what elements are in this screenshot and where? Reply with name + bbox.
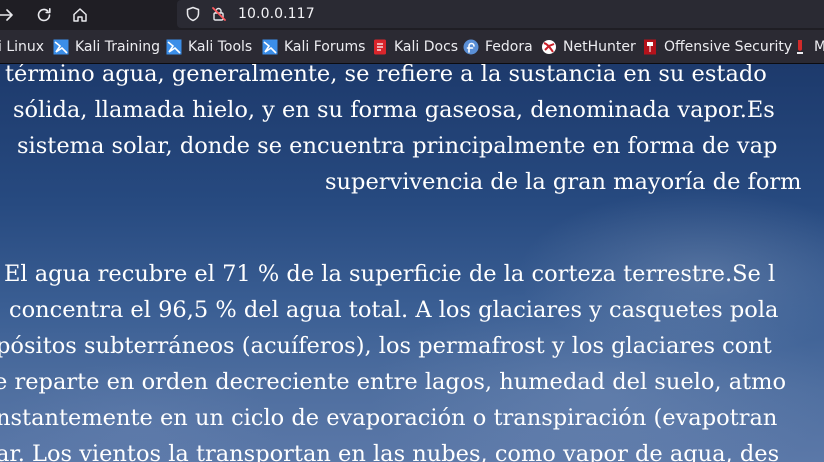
- bookmark-kali-tools[interactable]: Kali Tools: [166, 30, 253, 63]
- text-line: sólida, llamada hielo, y en su forma gas…: [13, 97, 775, 123]
- bookmark-fedora[interactable]: Fedora: [463, 30, 533, 63]
- text-line: ar. Los vientos la transportan en las nu…: [0, 441, 780, 462]
- url-text[interactable]: 10.0.0.117: [238, 6, 315, 22]
- kali-training-icon: [53, 39, 69, 55]
- reload-icon: [37, 8, 51, 22]
- bookmark-label: Fedora: [485, 39, 533, 55]
- shield-icon[interactable]: [185, 6, 201, 22]
- text-line: concentra el 96,5 % del agua total. A lo…: [9, 297, 779, 323]
- bookmark-nethunter[interactable]: NetHunter: [541, 30, 636, 63]
- bookmark-kali-training[interactable]: Kali Training: [53, 30, 160, 63]
- exploit-db-icon: [797, 40, 803, 54]
- text-line: e reparte en orden decreciente entre lag…: [0, 369, 787, 395]
- home-button[interactable]: [68, 3, 92, 27]
- text-line: término agua, generalmente, se refiere a…: [5, 64, 767, 87]
- offsec-icon: [644, 39, 656, 55]
- text-line: supervivencia de la gran mayoría de form: [325, 169, 802, 195]
- address-bar[interactable]: 10.0.0.117: [177, 0, 824, 28]
- text-line: sistema solar, donde se encuentra princi…: [17, 133, 778, 159]
- bookmark-label: Offensive Security: [664, 39, 793, 55]
- bookmark-label: Kali Forums: [284, 39, 366, 55]
- arrow-right-icon: [0, 9, 13, 21]
- bookmark-label: i Linux: [0, 39, 45, 55]
- home-icon: [73, 8, 87, 22]
- web-page: término agua, generalmente, se refiere a…: [0, 64, 824, 462]
- bookmark-offensive-security[interactable]: Offensive Security: [642, 30, 793, 63]
- nethunter-icon: [542, 40, 556, 54]
- bookmark-label: Kali Training: [75, 39, 160, 55]
- bookmark-kali-forums[interactable]: Kali Forums: [262, 30, 366, 63]
- kali-docs-icon: [374, 39, 386, 55]
- insecure-lock-icon[interactable]: [211, 6, 227, 22]
- text-line: pósitos subterráneos (acuíferos), los pe…: [0, 333, 772, 359]
- bookmark-label: Kali Docs: [394, 39, 459, 55]
- kali-forums-icon: [262, 39, 278, 55]
- bookmarks-toolbar: i Linux Kali Training Kali Tools Kali Fo…: [0, 30, 824, 64]
- bookmark-label: Kali Tools: [188, 39, 253, 55]
- forward-button[interactable]: [0, 3, 18, 27]
- bookmark-exploit-db[interactable]: M: [792, 30, 824, 63]
- bookmark-kali-linux[interactable]: i Linux: [0, 30, 45, 63]
- bookmark-label: NetHunter: [563, 39, 636, 55]
- browser-toolbar: 10.0.0.117: [0, 0, 824, 30]
- text-line: nstantemente en un ciclo de evaporación …: [0, 405, 778, 431]
- text-line: El agua recubre el 71 % de la superficie…: [4, 261, 776, 287]
- bookmark-label: M: [814, 39, 824, 55]
- kali-tools-icon: [166, 39, 182, 55]
- fedora-icon: [463, 39, 479, 55]
- bookmark-kali-docs[interactable]: Kali Docs: [372, 30, 459, 63]
- reload-button[interactable]: [32, 3, 56, 27]
